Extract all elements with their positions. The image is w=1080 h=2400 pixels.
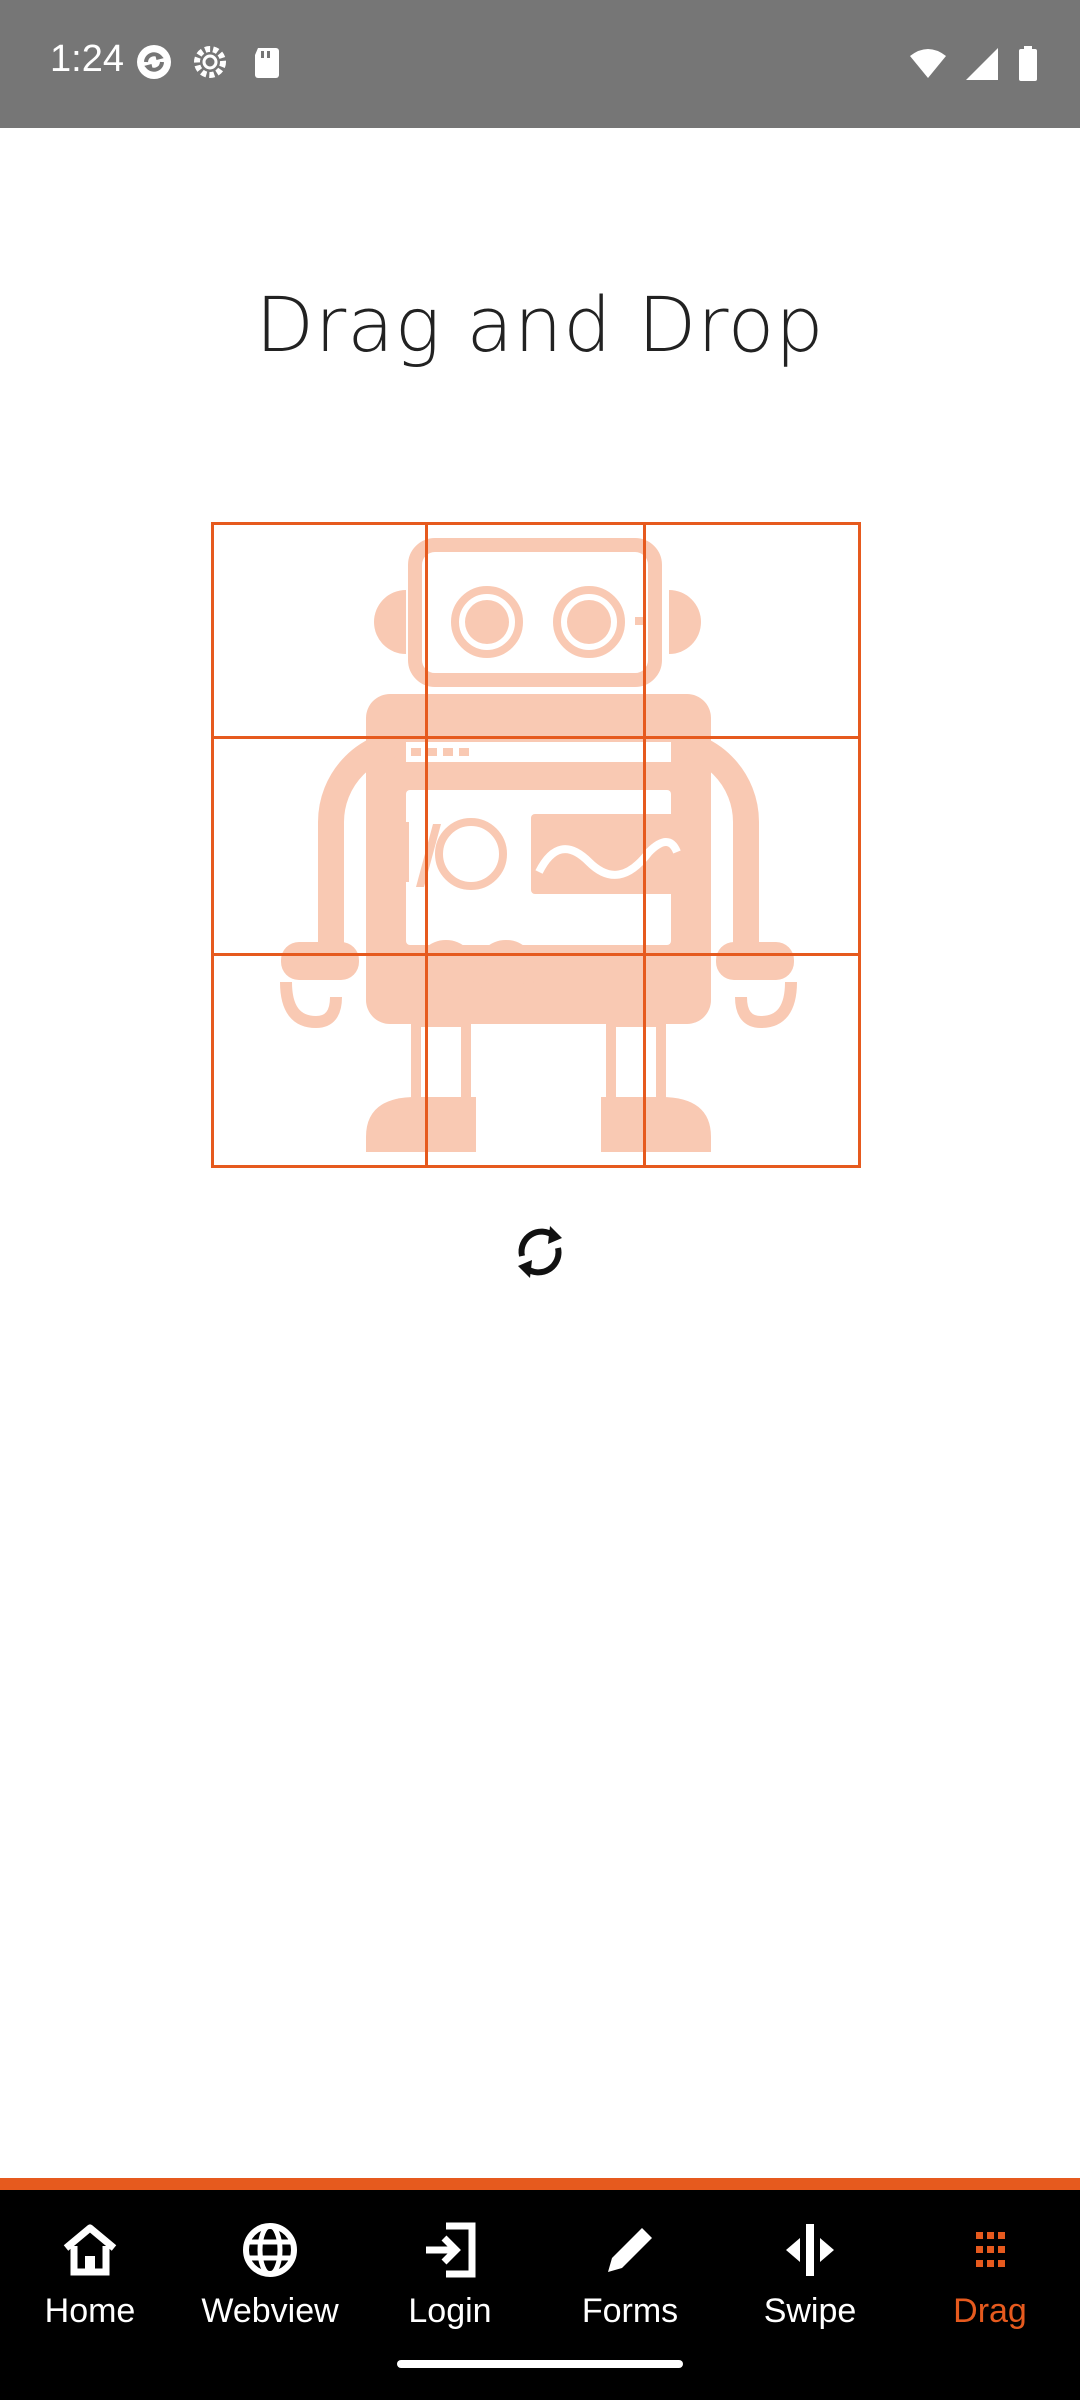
tab-login[interactable]: Login bbox=[360, 2218, 540, 2348]
sd-card-icon bbox=[246, 42, 286, 82]
status-icons-right bbox=[908, 44, 1040, 84]
puzzle-cell-5[interactable] bbox=[425, 736, 646, 956]
grid-dots-icon bbox=[976, 2232, 1005, 2267]
tab-swipe[interactable]: Swipe bbox=[720, 2218, 900, 2348]
home-indicator[interactable] bbox=[397, 2360, 683, 2368]
puzzle-cell-8[interactable] bbox=[425, 953, 646, 1168]
settings-icon bbox=[190, 42, 230, 82]
drag-drop-puzzle bbox=[211, 522, 861, 1168]
globe-icon bbox=[243, 2223, 297, 2277]
tab-forms[interactable]: Forms bbox=[540, 2218, 720, 2348]
status-icons-left bbox=[134, 42, 286, 82]
puzzle-cell-1[interactable] bbox=[211, 522, 428, 739]
reset-button[interactable] bbox=[510, 1220, 570, 1284]
status-bar: 1:24 bbox=[0, 0, 1080, 128]
login-icon bbox=[426, 2222, 476, 2278]
puzzle-cell-2[interactable] bbox=[425, 522, 646, 739]
signal-icon bbox=[962, 44, 1002, 84]
puzzle-cell-9[interactable] bbox=[643, 953, 861, 1168]
puzzle-cell-6[interactable] bbox=[643, 736, 861, 956]
home-icon bbox=[63, 2224, 117, 2276]
pencil-icon bbox=[608, 2228, 652, 2272]
tab-label: Home bbox=[44, 2292, 136, 2330]
wifi-icon bbox=[908, 44, 948, 84]
status-time: 1:24 bbox=[50, 38, 124, 80]
tab-label: Login bbox=[408, 2292, 492, 2330]
swipe-icon bbox=[786, 2224, 834, 2276]
tab-label: Drag bbox=[953, 2292, 1027, 2330]
tab-label: Forms bbox=[581, 2292, 679, 2330]
tab-label: Webview bbox=[201, 2292, 339, 2330]
puzzle-cell-7[interactable] bbox=[211, 953, 428, 1168]
battery-icon bbox=[1016, 44, 1040, 84]
tab-webview[interactable]: Webview bbox=[180, 2218, 360, 2348]
page-title: Drag and Drop bbox=[255, 280, 825, 369]
puzzle-cell-4[interactable] bbox=[211, 736, 428, 956]
sync-icon bbox=[134, 42, 174, 82]
tab-label: Swipe bbox=[763, 2292, 857, 2330]
puzzle-cell-3[interactable] bbox=[643, 522, 861, 739]
tab-drag[interactable]: Drag bbox=[900, 2218, 1080, 2348]
refresh-icon bbox=[518, 1226, 562, 1278]
tab-home[interactable]: Home bbox=[0, 2218, 180, 2348]
